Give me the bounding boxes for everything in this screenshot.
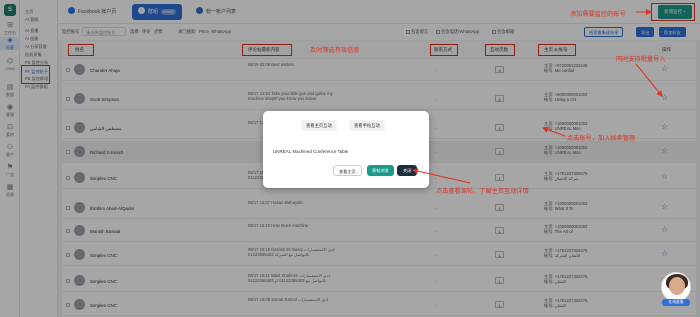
arrow-view-post [412, 168, 471, 184]
annotation-arrows [412, 9, 663, 184]
assistant-avatar[interactable] [661, 272, 691, 302]
arrow-batch-import [635, 63, 663, 97]
assistant-label[interactable]: 在线客服 [662, 299, 690, 306]
avatar-face [669, 277, 685, 295]
arrow-click-account [542, 126, 566, 137]
